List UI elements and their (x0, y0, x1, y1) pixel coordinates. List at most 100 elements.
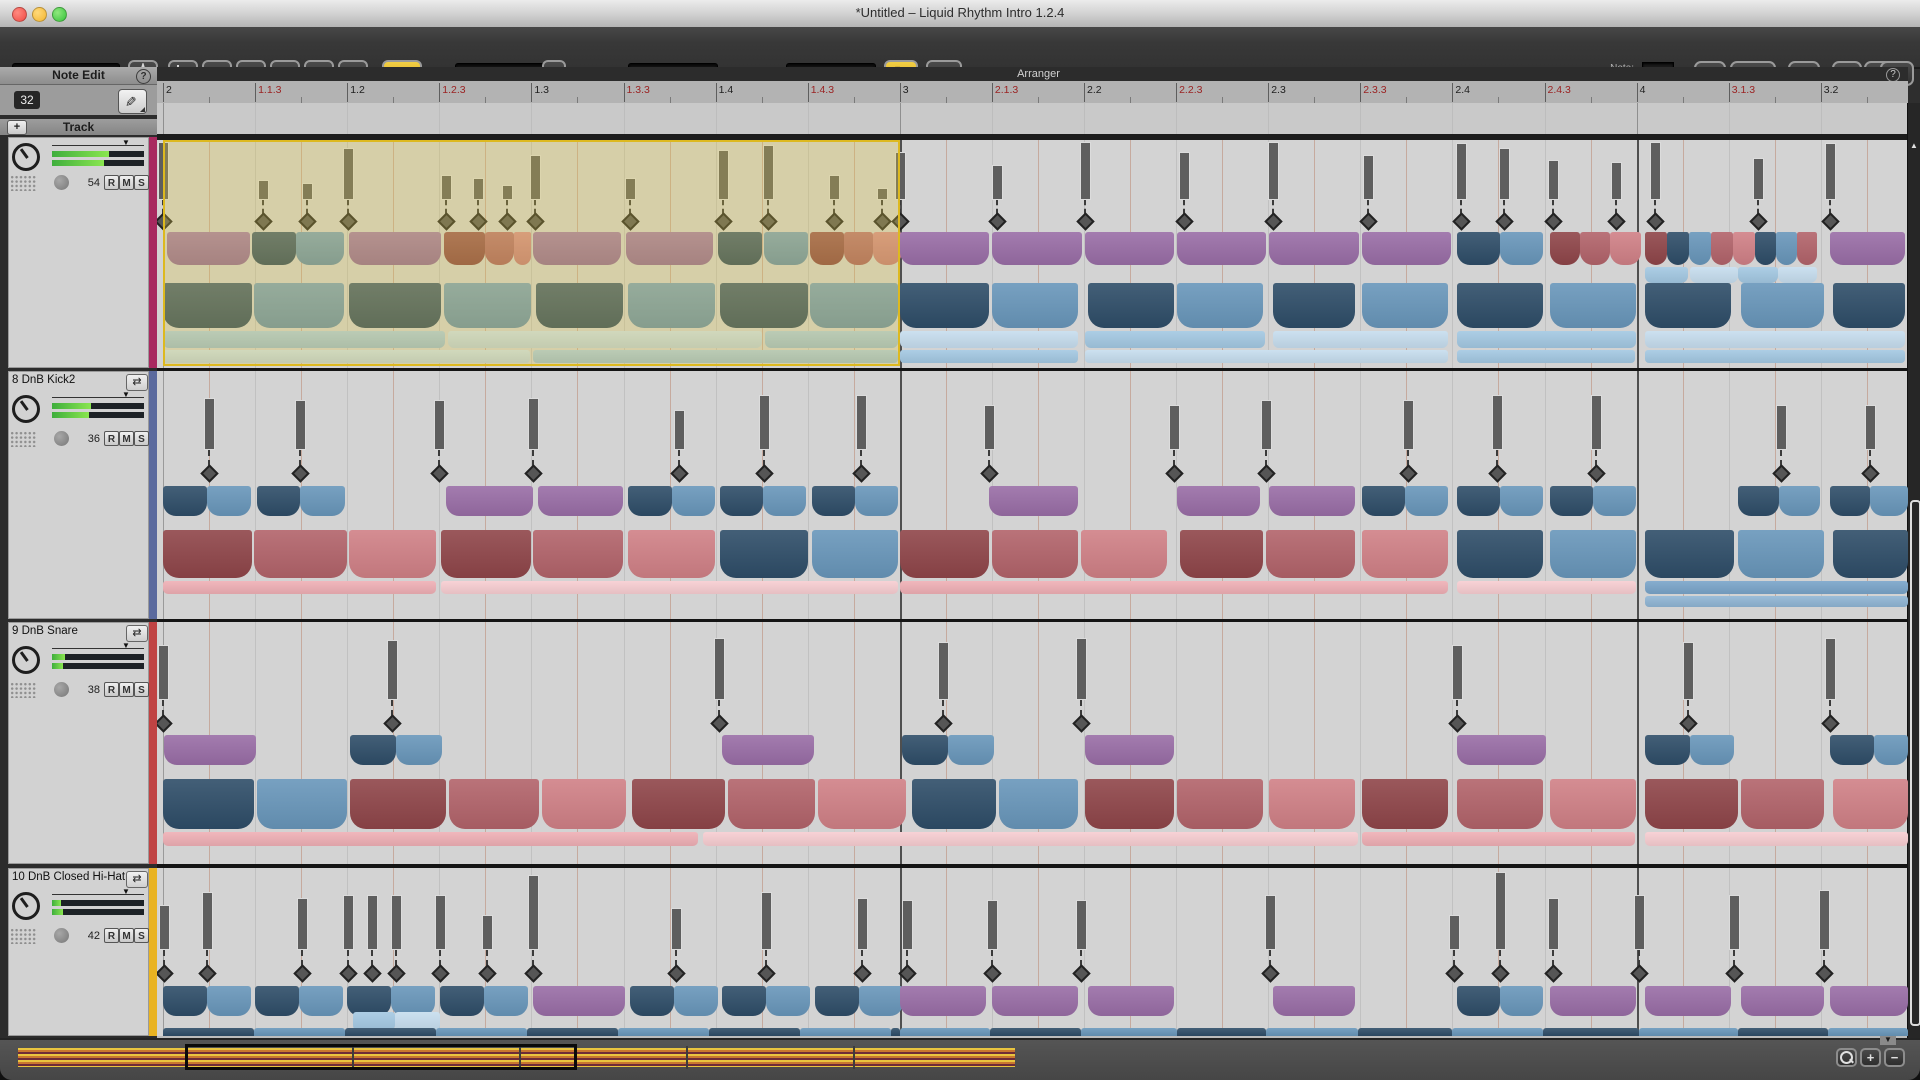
note-block[interactable] (900, 350, 1078, 363)
note-block[interactable] (484, 986, 528, 1016)
note-block[interactable] (1085, 735, 1174, 765)
note-block[interactable] (1362, 530, 1448, 578)
note-block[interactable] (163, 986, 207, 1016)
note-block[interactable] (1180, 530, 1263, 578)
velocity-bar[interactable] (258, 180, 269, 200)
note-block[interactable] (533, 350, 898, 363)
note-block[interactable] (1550, 779, 1636, 829)
velocity-bar[interactable] (857, 898, 868, 950)
note-block[interactable] (1645, 283, 1731, 328)
note-block[interactable] (485, 232, 514, 265)
beat-diamond[interactable] (755, 464, 773, 482)
note-block[interactable] (720, 486, 763, 516)
overview-view-rect[interactable] (185, 1044, 577, 1070)
velocity-bar[interactable] (1495, 872, 1506, 950)
note-block[interactable] (299, 986, 343, 1016)
note-block[interactable] (542, 779, 626, 829)
note-block[interactable] (163, 1028, 254, 1036)
velocity-bar[interactable] (714, 638, 725, 700)
note-block[interactable] (1830, 486, 1870, 516)
zoom-tool-button[interactable] (1836, 1048, 1857, 1067)
note-block[interactable] (628, 530, 715, 578)
note-block[interactable] (163, 486, 207, 516)
beat-diamond[interactable] (526, 212, 544, 230)
preview-sound-button[interactable] (54, 682, 69, 697)
note-block[interactable] (703, 832, 1358, 846)
note-block[interactable] (815, 986, 859, 1016)
note-block[interactable] (626, 232, 713, 265)
note-block[interactable] (630, 986, 674, 1016)
track-name[interactable]: 10 DnB Closed Hi-Hat (12, 871, 125, 883)
velocity-bar[interactable] (1548, 160, 1559, 200)
note-block[interactable] (1543, 1028, 1639, 1036)
velocity-bar[interactable] (1825, 143, 1836, 200)
note-block[interactable] (672, 486, 715, 516)
beat-diamond[interactable] (873, 212, 891, 230)
note-block[interactable] (527, 1028, 618, 1036)
note-block[interactable] (349, 530, 436, 578)
track-row-3[interactable]: 9 DnB Snare⇄▼38RMS (0, 622, 157, 864)
note-block[interactable] (1500, 232, 1543, 265)
note-block[interactable] (763, 486, 806, 516)
beat-diamond[interactable] (983, 964, 1001, 982)
velocity-bar[interactable] (759, 395, 770, 450)
velocity-bar[interactable] (1179, 152, 1190, 200)
note-block[interactable] (1269, 779, 1355, 829)
beat-diamond[interactable] (1861, 464, 1879, 482)
note-block[interactable] (1266, 530, 1355, 578)
note-block[interactable] (1550, 530, 1636, 578)
note-block[interactable] (810, 232, 844, 265)
note-block[interactable] (674, 986, 718, 1016)
note-block[interactable] (1081, 530, 1167, 578)
note-block[interactable] (1738, 530, 1824, 578)
note-block[interactable] (1457, 735, 1546, 765)
beat-diamond[interactable] (1076, 212, 1094, 230)
texture-handle-icon[interactable] (10, 928, 36, 944)
note-block[interactable] (1779, 486, 1820, 516)
beat-diamond[interactable] (1445, 964, 1463, 982)
note-block[interactable] (1645, 986, 1731, 1016)
velocity-bar[interactable] (938, 642, 949, 700)
note-block[interactable] (1457, 283, 1543, 328)
note-block[interactable] (1870, 486, 1908, 516)
note-block[interactable] (167, 232, 250, 265)
note-block[interactable] (1266, 1028, 1358, 1036)
zoom-in-button[interactable]: + (1860, 1048, 1881, 1067)
velocity-bar[interactable] (473, 178, 484, 200)
note-block[interactable] (349, 283, 441, 328)
solo-button[interactable]: S (134, 682, 149, 697)
velocity-bar[interactable] (1261, 400, 1272, 450)
mute-button[interactable]: M (119, 431, 134, 446)
beat-diamond[interactable] (710, 714, 728, 732)
beat-diamond[interactable] (200, 464, 218, 482)
note-block[interactable] (1645, 350, 1905, 363)
note-block[interactable] (1828, 1028, 1908, 1036)
beat-diamond[interactable] (757, 964, 775, 982)
beat-diamond[interactable] (293, 964, 311, 982)
note-block[interactable] (163, 283, 252, 328)
beat-diamond[interactable] (1175, 212, 1193, 230)
vertical-scrollbar[interactable]: ▲ (1907, 103, 1920, 1038)
beat-diamond[interactable] (1607, 212, 1625, 230)
note-block[interactable] (1550, 486, 1593, 516)
beat-diamond[interactable] (157, 964, 174, 982)
note-block[interactable] (449, 779, 539, 829)
marker-lane[interactable] (157, 103, 1908, 134)
velocity-bar[interactable] (1634, 895, 1645, 950)
beat-diamond[interactable] (1359, 212, 1377, 230)
note-block[interactable] (1177, 283, 1263, 328)
velocity-bar[interactable] (1825, 638, 1836, 700)
velocity-bar[interactable] (435, 895, 446, 950)
note-block[interactable] (1362, 486, 1405, 516)
velocity-bar[interactable] (367, 895, 378, 950)
note-block[interactable] (1645, 267, 1688, 283)
note-block[interactable] (448, 331, 762, 348)
velocity-bar[interactable] (502, 185, 513, 200)
note-block[interactable] (765, 331, 898, 348)
note-block[interactable] (1610, 232, 1641, 265)
beat-diamond[interactable] (387, 964, 405, 982)
beat-diamond[interactable] (853, 964, 871, 982)
pan-slider[interactable] (52, 397, 144, 398)
velocity-bar[interactable] (1268, 142, 1279, 200)
note-block[interactable] (1797, 232, 1817, 265)
